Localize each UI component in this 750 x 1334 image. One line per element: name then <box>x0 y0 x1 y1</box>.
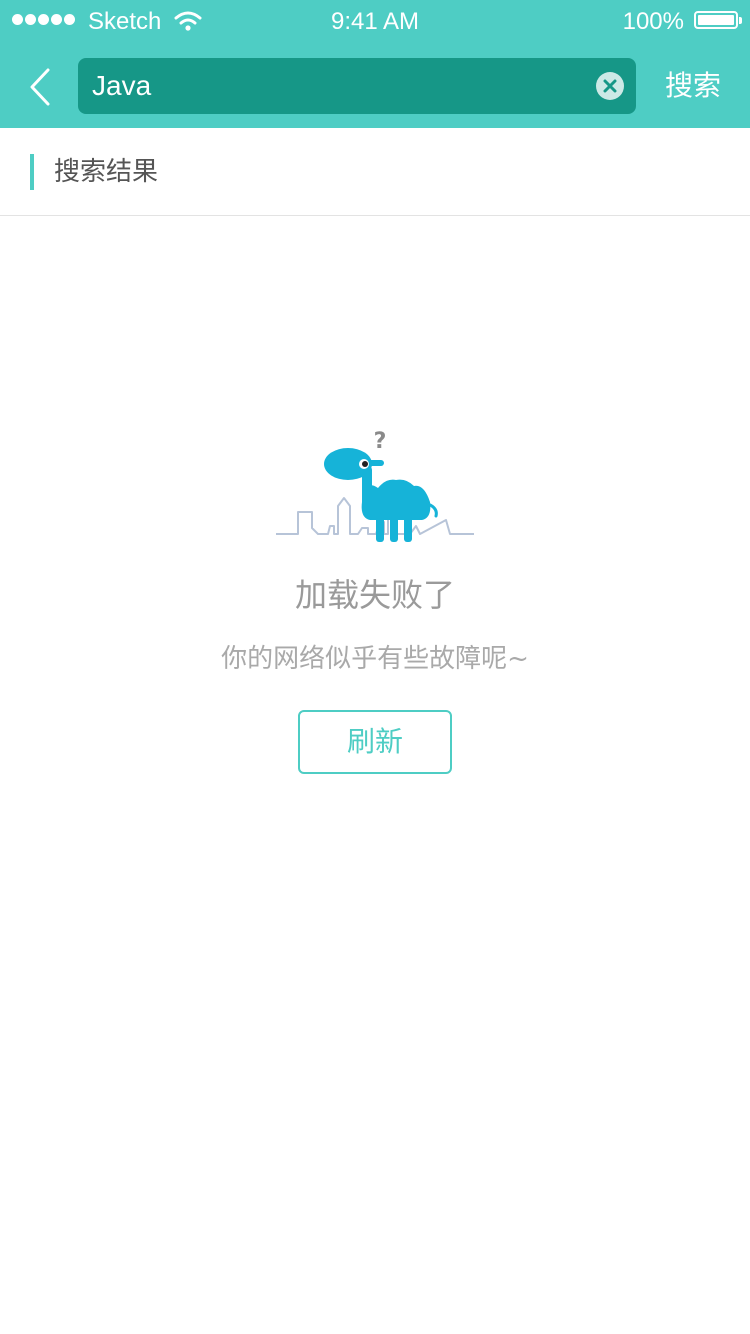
refresh-button[interactable]: 刷新 <box>298 710 452 774</box>
search-button[interactable]: 搜索 <box>654 62 732 110</box>
section-title: 搜索结果 <box>54 157 159 187</box>
svg-text:?: ? <box>374 429 387 454</box>
battery-icon <box>694 11 742 29</box>
error-title: 加载失败了 <box>294 576 455 614</box>
navigation-header: Sketch 9:41 AM 100% 搜索 <box>0 0 750 128</box>
camel-error-illustration: ? <box>276 429 474 542</box>
battery-percentage: 100% <box>622 8 684 35</box>
error-subtitle: 你的网络似乎有些故障呢~ <box>221 644 529 674</box>
search-results-header: 搜索结果 <box>0 128 750 216</box>
section-accent-bar <box>30 154 34 190</box>
clear-icon[interactable] <box>596 72 624 100</box>
search-input[interactable] <box>92 58 582 114</box>
status-bar: Sketch 9:41 AM 100% <box>0 0 750 44</box>
search-box <box>78 58 636 114</box>
back-button[interactable] <box>24 64 60 110</box>
